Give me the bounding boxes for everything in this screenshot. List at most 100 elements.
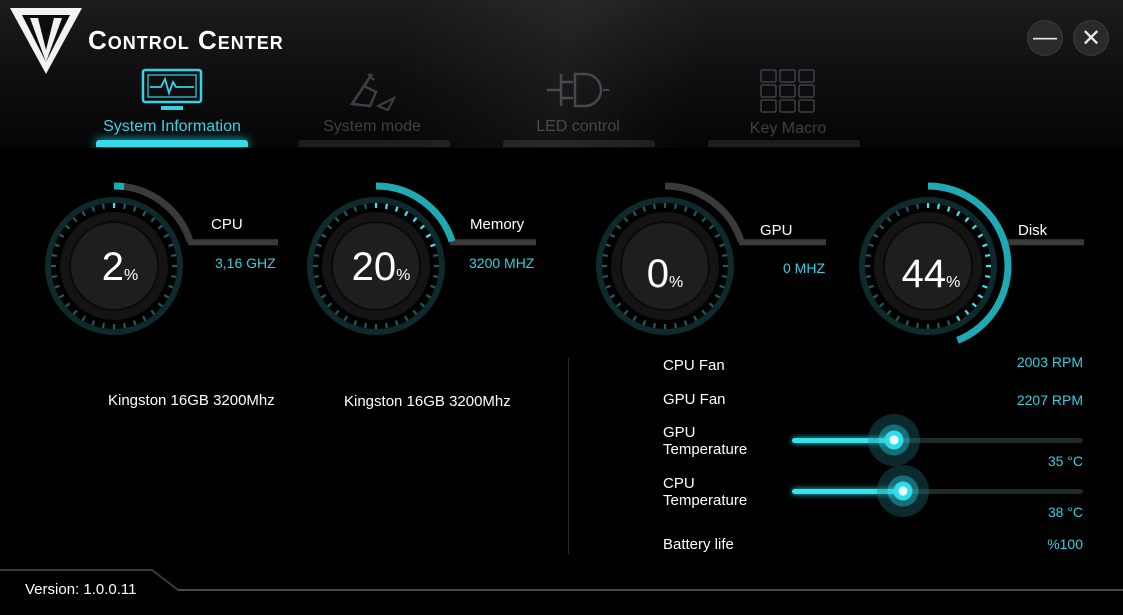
gpu-fan-value: 2207 RPM (1016, 392, 1083, 408)
memory-gauge-tick (327, 224, 333, 230)
cpu-gauge-tick (170, 274, 177, 279)
gpu-gauge-tick (683, 320, 688, 326)
cpu-temperature-slider (792, 465, 1083, 517)
gpu-fan-label: GPU Fan (663, 391, 726, 408)
memory-gauge-tick (404, 210, 409, 217)
memory-gauge-tick (353, 320, 358, 326)
gauges-canvas (45, 182, 1084, 344)
memory-gauge-tick (384, 322, 389, 329)
gpu-gauge-tick (602, 253, 609, 258)
cpu-gauge-tick (170, 253, 177, 258)
cpu-gauge-tick (65, 302, 71, 308)
gpu-gauge-tick (673, 322, 678, 329)
cpu-gauge-level-arc (113, 182, 125, 191)
memory-gauge-tick (353, 206, 358, 212)
gpu-gauge-tick (719, 243, 725, 248)
gpu-gauge-tick (642, 206, 647, 212)
disk-gauge-tick (956, 315, 961, 322)
disk-gauge-tick (868, 284, 874, 289)
gpu-gauge-tick (616, 224, 622, 230)
cpu-gauge-tick (150, 217, 156, 223)
gpu-gauge-tick (714, 294, 721, 299)
gpu-gauge-tick (693, 315, 698, 322)
disk-gauge-tick (956, 210, 961, 217)
gpu-label: GPU (760, 222, 793, 239)
gpu-usage-value: 0% (646, 252, 684, 296)
cpu-frequency: 3,16 GHZ (215, 255, 276, 271)
disk-gauge-tick (886, 217, 892, 223)
cpu-gauge-tick (150, 309, 156, 315)
gpu-gauge-tick (673, 203, 678, 210)
disk-gauge-tick (964, 309, 970, 315)
memory-gauge-tick (425, 294, 432, 299)
disk-gauge-tick (865, 253, 872, 258)
gpu-gauge-tick (683, 206, 688, 212)
gpu-gauge-tick (714, 233, 721, 238)
disk-gauge-tick (879, 302, 885, 308)
gpu-gauge-tick (693, 210, 698, 217)
cpu-gauge-tick (81, 315, 86, 322)
memory-gauge-tick (320, 294, 327, 299)
disk-gauge-tick (879, 224, 885, 230)
memory-label: Memory (470, 216, 525, 233)
disk-gauge-tick (936, 322, 941, 329)
gpu-gauge-tick (708, 224, 714, 230)
memory-usage-value: 20% (351, 245, 411, 289)
gpu-gauge-tick (632, 315, 637, 322)
disk-usage-value: 44% (901, 252, 961, 296)
memory-gauge-tick (363, 322, 368, 329)
disk-gauge-tick (946, 206, 951, 212)
cpu-gauge-tick (122, 203, 127, 210)
cpu-gauge-tick (54, 284, 60, 289)
cpu-usage-value: 2% (101, 245, 139, 289)
cpu-gauge-tick (65, 224, 71, 230)
memory-gauge-tick (404, 315, 409, 322)
memory-gauge-tick (425, 233, 432, 238)
disk-label: Disk (1018, 222, 1048, 239)
cpu-fan-value: 2003 RPM (1016, 354, 1083, 370)
cpu-fan-label: CPU Fan (663, 357, 725, 374)
cpu-gauge-tick (81, 210, 86, 217)
memory-gauge-tick (363, 203, 368, 210)
gpu-gauge-tick (708, 302, 714, 308)
cpu-gauge-tick (91, 206, 96, 212)
gpu-frequency: 0 MHZ (783, 260, 825, 276)
memory-gauge-tick (394, 320, 399, 326)
cpu-gauge-tick (101, 322, 106, 329)
memory-gauge-tick (419, 302, 425, 308)
cpu-gauge-tick (51, 253, 58, 258)
cpu-temperature-knob (876, 465, 929, 517)
cpu-gauge-tick (72, 217, 78, 223)
disk-gauge-tick (872, 233, 879, 238)
gpu-gauge-tick (609, 233, 616, 238)
cpu-gauge-tick (163, 233, 170, 238)
disk-gauge-tick (905, 206, 910, 212)
gpu-gauge-tick (605, 243, 611, 248)
gpu-gauge-tick (632, 210, 637, 217)
cpu-label: CPU (211, 216, 243, 233)
gpu-temperature-slider (792, 414, 1083, 466)
disk-gauge-tick (895, 315, 900, 322)
memory-gauge-tick (343, 315, 348, 322)
disk-gauge-tick (886, 309, 892, 315)
memory-gauge-tick (334, 309, 340, 315)
cpu-gauge-tick (142, 210, 147, 217)
disk-gauge-tick (982, 243, 988, 248)
gpu-gauge-tick (609, 294, 616, 299)
gpu-gauge-tick (701, 217, 707, 223)
footer (0, 566, 1123, 615)
memory-module-2: Kingston 16GB 3200Mhz (344, 393, 511, 410)
cpu-gauge-tick (157, 224, 163, 230)
disk-gauge-tick (936, 203, 941, 210)
disk-gauge-tick (964, 217, 970, 223)
disk-gauge-tick (905, 320, 910, 326)
memory-module-1: Kingston 16GB 3200Mhz (108, 392, 275, 409)
cpu-gauge-tick (72, 309, 78, 315)
gpu-gauge-tick (602, 274, 609, 279)
memory-gauge-tick (343, 210, 348, 217)
disk-gauge-tick (868, 243, 874, 248)
battery-life-label: Battery life (663, 536, 734, 553)
disk-gauge-tick (915, 322, 920, 329)
cpu-gauge-tick (142, 315, 147, 322)
memory-gauge-tick (334, 217, 340, 223)
